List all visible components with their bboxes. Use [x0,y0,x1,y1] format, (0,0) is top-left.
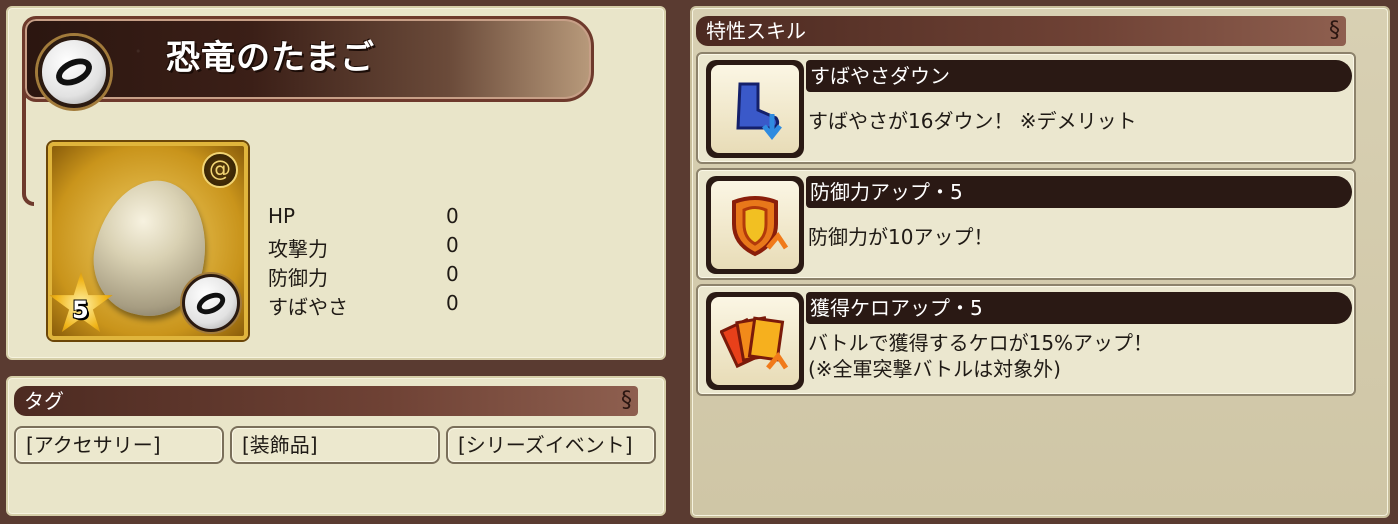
stat-label: 防御力 [268,266,328,290]
skill-description-line: 防御力が10アップ！ [808,225,994,249]
curl-ornament-icon: § [621,388,632,413]
ring-icon [182,274,240,332]
stat-value: 0 [446,262,459,286]
stat-row-attack: 攻撃力 0 [268,233,468,262]
tag-section-title: タグ [24,389,64,413]
trait-skill-panel: 特性スキル § すばやさダウン すばやさが16ダウン！ ※デメリット 防御力アッ… [690,6,1390,518]
tag-panel: タグ § [アクセサリー] [装飾品] [シリーズイベント] [6,376,666,516]
skill-description: すばやさが16ダウン！ ※デメリット [808,108,1348,134]
tag-section-header: タグ § [14,386,638,416]
skill-section-header: 特性スキル § [696,16,1346,46]
item-info-panel: 恐竜のたまご @ 5 HP 0 攻撃力 0 防御力 0 すばやさ 0 [6,6,666,360]
curl-ornament-icon: § [1329,18,1340,43]
tag-series-event[interactable]: [シリーズイベント] [446,426,656,464]
rarity-value: 5 [72,296,89,324]
ring-category-icon [38,36,110,108]
stat-label: すばやさ [268,295,348,319]
skill-description-line: バトルで獲得するケロが15%アップ！ [808,331,1154,355]
stat-label: HP [268,204,296,228]
stat-label: 攻撃力 [268,237,328,261]
speed-down-boot-icon [706,60,804,158]
skill-description: 防御力が10アップ！ [808,224,1348,250]
stat-row-defense: 防御力 0 [268,262,468,291]
kero-up-cards-icon [706,292,804,390]
skill-row[interactable]: 獲得ケロアップ・5 バトルで獲得するケロが15%アップ！ (※全軍突撃バトルは対… [696,284,1356,396]
skill-name: すばやさダウン [806,60,1352,92]
swirl-icon: @ [202,152,238,188]
tag-accessory[interactable]: [アクセサリー] [14,426,224,464]
defense-up-shield-icon [706,176,804,274]
stat-value: 0 [446,233,459,257]
stat-value: 0 [446,291,459,315]
skill-description-line: (※全軍突撃バトルは対象外) [808,357,1061,381]
stat-row-speed: すばやさ 0 [268,291,468,320]
item-name: 恐竜のたまご [166,38,375,78]
skill-name: 獲得ケロアップ・5 [806,292,1352,324]
skill-name: 防御力アップ・5 [806,176,1352,208]
stat-value: 0 [446,204,459,228]
stats-list: HP 0 攻撃力 0 防御力 0 すばやさ 0 [268,204,468,320]
item-card: @ 5 [48,142,248,340]
skill-row[interactable]: 防御力アップ・5 防御力が10アップ！ [696,168,1356,280]
skill-description-line: すばやさが16ダウン！ ※デメリット [808,109,1137,133]
skill-section-title: 特性スキル [706,19,806,43]
skill-description: バトルで獲得するケロが15%アップ！ (※全軍突撃バトルは対象外) [808,330,1348,382]
stat-row-hp: HP 0 [268,204,468,233]
skill-row[interactable]: すばやさダウン すばやさが16ダウン！ ※デメリット [696,52,1356,164]
tag-ornament[interactable]: [装飾品] [230,426,440,464]
